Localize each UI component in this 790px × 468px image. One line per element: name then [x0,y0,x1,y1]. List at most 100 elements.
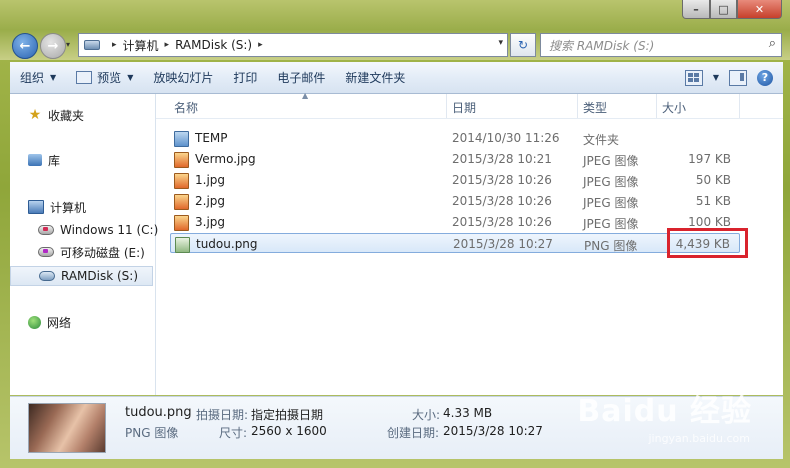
file-row-tudou[interactable]: tudou.png 2015/3/28 10:27 PNG 图像 4,439 K… [170,233,740,253]
file-date: 2015/3/28 10:26 [452,194,552,208]
file-row-temp[interactable]: TEMP 2014/10/30 11:26 文件夹 [170,128,740,148]
change-view-icon[interactable] [684,69,703,86]
file-date: 2014/10/30 11:26 [452,131,560,145]
breadcrumb-ramdisk[interactable]: RAMDisk (S:) [175,38,252,52]
email-button[interactable]: 电子邮件 [267,62,335,93]
drive-icon [84,40,100,50]
column-header-size[interactable]: 大小 [662,99,686,116]
jpg-file-icon [174,173,189,189]
refresh-button[interactable]: ↻ [510,33,536,57]
nav-favorites-label: 收藏夹 [48,108,85,123]
new-folder-button[interactable]: 新建文件夹 [335,62,415,93]
new-folder-label: 新建文件夹 [345,71,406,85]
date-taken-label: 拍摄日期: [196,408,249,422]
column-header-name[interactable]: 名称 [174,99,198,116]
toolbar-right-icons: ▼ ? [684,69,783,86]
file-row-1jpg[interactable]: 1.jpg 2015/3/28 10:26 JPEG 图像 50 KB [170,170,740,190]
back-button[interactable]: ← [12,33,38,59]
file-size: 51 KB [695,194,731,208]
preview-icon [76,71,93,84]
nav-libraries-label: 库 [48,153,61,168]
file-name: Vermo.jpg [195,152,256,166]
file-name: 3.jpg [195,215,226,229]
column-header-type[interactable]: 类型 [583,99,607,116]
file-name: 1.jpg [195,173,226,187]
slideshow-button[interactable]: 放映幻灯片 [143,62,223,93]
organize-menu[interactable]: 组织 ▼ [10,62,66,93]
jpg-file-icon [174,215,189,231]
arrow-right-icon: → [47,38,59,54]
sort-ascending-icon: ▲ [302,91,309,100]
nav-drive-e-label: 可移动磁盘 (E:) [60,245,145,260]
file-name: 2.jpg [195,194,226,208]
folder-icon [174,131,189,147]
dimensions-value: 2560 x 1600 [251,424,327,438]
nav-drive-c-label: Windows 11 (C:) [60,223,159,237]
navigation-pane: ★ 收藏夹 库 计算机 Windows 11 (C:) 可移动磁盘 (E:) R… [10,94,159,395]
size-label: 大小: [412,408,441,422]
nav-network-label: 网络 [47,315,72,330]
organize-label: 组织 [20,71,45,85]
file-date: 2015/3/28 10:26 [452,173,552,187]
address-bar[interactable]: ▸ 计算机 ▸ RAMDisk (S:) ▸ ▾ [78,33,508,57]
view-options-chevron-icon[interactable]: ▼ [713,73,719,82]
forward-button[interactable]: → [40,33,66,59]
search-icon[interactable]: ⌕ [769,36,776,51]
maximize-button[interactable]: □ [710,0,737,19]
ramdisk-drive-icon [39,271,55,281]
nav-network[interactable]: 网络 [28,312,173,332]
network-icon [28,315,41,329]
search-input[interactable]: 搜索 RAMDisk (S:) ⌕ [540,33,782,57]
file-size: 197 KB [688,152,731,166]
column-header-date[interactable]: 日期 [452,99,476,116]
file-size: 50 KB [695,173,731,187]
nav-favorites[interactable]: ★ 收藏夹 [28,105,173,125]
nav-libraries[interactable]: 库 [28,150,173,170]
file-type: JPEG 图像 [583,196,639,210]
preview-menu[interactable]: 预览 ▼ [66,62,143,93]
chevron-down-icon: ▼ [50,73,57,82]
column-divider[interactable] [577,94,578,118]
breadcrumb: ▸ 计算机 ▸ RAMDisk (S:) ▸ [106,37,269,54]
nav-computer[interactable]: 计算机 [28,197,173,217]
created-label: 创建日期: [387,426,440,440]
preview-pane-icon[interactable] [729,69,747,86]
file-row-vermo[interactable]: Vermo.jpg 2015/3/28 10:21 JPEG 图像 197 KB [170,149,740,169]
date-taken-value[interactable]: 指定拍摄日期 [251,406,323,423]
search-placeholder: 搜索 RAMDisk (S:) [549,38,655,53]
column-divider[interactable] [446,94,447,118]
chevron-right-icon[interactable]: ▸ [258,40,263,50]
file-type: 文件夹 [583,133,620,147]
nav-computer-label: 计算机 [50,200,87,215]
command-bar: 组织 ▼ 预览 ▼ 放映幻灯片 打印 电子邮件 新建文件夹 ▼ ? [10,62,783,94]
jpg-file-icon [174,194,189,210]
file-row-3jpg[interactable]: 3.jpg 2015/3/28 10:26 JPEG 图像 100 KB [170,212,740,232]
address-dropdown-icon[interactable]: ▾ [498,38,503,48]
file-row-2jpg[interactable]: 2.jpg 2015/3/28 10:26 JPEG 图像 51 KB [170,191,740,211]
chevron-right-icon[interactable]: ▸ [165,40,170,50]
column-headers: ▲ 名称 日期 类型 大小 [156,91,783,119]
file-thumbnail [28,403,106,453]
created-value: 2015/3/28 10:27 [443,424,543,438]
caption-buttons: – □ ✕ [682,0,782,19]
breadcrumb-computer[interactable]: 计算机 [123,37,159,54]
nav-drive-s[interactable]: RAMDisk (S:) [10,266,153,286]
print-button[interactable]: 打印 [223,62,267,93]
size-value: 4.33 MB [443,406,493,420]
preview-label: 预览 [97,71,122,85]
details-filename: tudou.png [125,405,192,420]
file-name: TEMP [195,131,228,145]
file-type: JPEG 图像 [583,217,639,231]
chevron-right-icon[interactable]: ▸ [112,40,117,50]
file-date: 2015/3/28 10:26 [452,215,552,229]
removable-drive-icon [38,247,54,257]
column-divider[interactable] [656,94,657,118]
explorer-window: – □ ✕ ← → ▾ ▸ 计算机 ▸ RAMDisk (S:) ▸ ▾ ↻ 搜… [0,0,790,468]
content-area: ★ 收藏夹 库 计算机 Windows 11 (C:) 可移动磁盘 (E:) R… [10,91,783,395]
help-icon[interactable]: ? [757,69,773,86]
recent-pages-dropdown[interactable]: ▾ [66,40,70,49]
column-divider[interactable] [739,94,740,118]
minimize-button[interactable]: – [682,0,710,19]
dimensions-label: 尺寸: [219,426,248,440]
close-button[interactable]: ✕ [737,0,782,19]
